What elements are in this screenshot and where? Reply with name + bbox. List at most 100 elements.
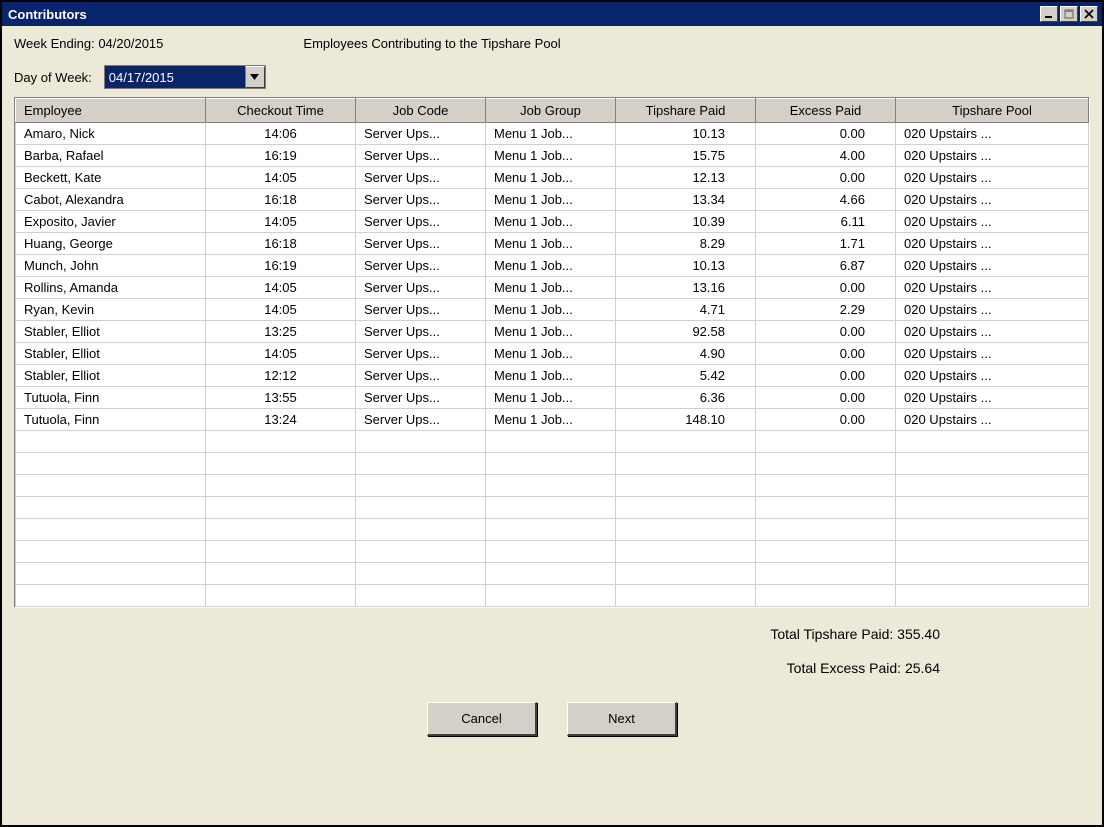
- cell-job-group: Menu 1 Job...: [486, 167, 616, 189]
- cell-job-group: Menu 1 Job...: [486, 365, 616, 387]
- cell-employee: Amaro, Nick: [16, 123, 206, 145]
- cell-checkout-time: 14:05: [206, 343, 356, 365]
- cell-job-code: Server Ups...: [356, 277, 486, 299]
- table-row[interactable]: Tutuola, Finn13:55Server Ups...Menu 1 Jo…: [16, 387, 1089, 409]
- cell-tipshare-paid: 8.29: [616, 233, 756, 255]
- col-job-group[interactable]: Job Group: [486, 99, 616, 123]
- day-of-week-input[interactable]: [105, 66, 245, 88]
- cell-tipshare-paid: 5.42: [616, 365, 756, 387]
- day-of-week-combo[interactable]: [104, 65, 266, 89]
- col-tipshare-paid[interactable]: Tipshare Paid: [616, 99, 756, 123]
- totals: Total Tipshare Paid: 355.40 Total Excess…: [14, 626, 1090, 694]
- cell-employee: Stabler, Elliot: [16, 365, 206, 387]
- cell-tipshare-paid: 10.13: [616, 123, 756, 145]
- table-row[interactable]: Stabler, Elliot14:05Server Ups...Menu 1 …: [16, 343, 1089, 365]
- cell-checkout-time: 14:05: [206, 299, 356, 321]
- table-row[interactable]: Stabler, Elliot13:25Server Ups...Menu 1 …: [16, 321, 1089, 343]
- cell-job-group: Menu 1 Job...: [486, 387, 616, 409]
- col-excess-paid[interactable]: Excess Paid: [756, 99, 896, 123]
- close-button[interactable]: [1080, 6, 1098, 22]
- table-row[interactable]: Exposito, Javier14:05Server Ups...Menu 1…: [16, 211, 1089, 233]
- cell-employee: Rollins, Amanda: [16, 277, 206, 299]
- cell-job-group: Menu 1 Job...: [486, 409, 616, 431]
- cell-tipshare-paid: 10.39: [616, 211, 756, 233]
- titlebar: Contributors: [2, 2, 1102, 26]
- cell-excess-paid: 2.29: [756, 299, 896, 321]
- header-row: Week Ending: 04/20/2015 Employees Contri…: [14, 36, 1090, 51]
- col-employee[interactable]: Employee: [16, 99, 206, 123]
- cell-job-group: Menu 1 Job...: [486, 277, 616, 299]
- cell-employee: Beckett, Kate: [16, 167, 206, 189]
- cell-excess-paid: 4.66: [756, 189, 896, 211]
- table-row[interactable]: Rollins, Amanda14:05Server Ups...Menu 1 …: [16, 277, 1089, 299]
- cell-job-code: Server Ups...: [356, 255, 486, 277]
- table-row[interactable]: Tutuola, Finn13:24Server Ups...Menu 1 Jo…: [16, 409, 1089, 431]
- week-ending-value: 04/20/2015: [98, 36, 163, 51]
- col-job-code[interactable]: Job Code: [356, 99, 486, 123]
- cell-job-code: Server Ups...: [356, 123, 486, 145]
- cell-excess-paid: 0.00: [756, 321, 896, 343]
- cell-job-group: Menu 1 Job...: [486, 321, 616, 343]
- table-row[interactable]: Huang, George16:18Server Ups...Menu 1 Jo…: [16, 233, 1089, 255]
- cell-job-code: Server Ups...: [356, 167, 486, 189]
- cell-employee: Stabler, Elliot: [16, 321, 206, 343]
- cell-job-group: Menu 1 Job...: [486, 299, 616, 321]
- cell-employee: Barba, Rafael: [16, 145, 206, 167]
- cell-tipshare-pool: 020 Upstairs ...: [896, 233, 1089, 255]
- cell-employee: Munch, John: [16, 255, 206, 277]
- cell-excess-paid: 0.00: [756, 123, 896, 145]
- cell-tipshare-pool: 020 Upstairs ...: [896, 387, 1089, 409]
- cell-tipshare-pool: 020 Upstairs ...: [896, 123, 1089, 145]
- table-row[interactable]: Ryan, Kevin14:05Server Ups...Menu 1 Job.…: [16, 299, 1089, 321]
- cell-tipshare-paid: 4.71: [616, 299, 756, 321]
- week-ending-label: Week Ending:: [14, 36, 95, 51]
- cell-employee: Tutuola, Finn: [16, 409, 206, 431]
- cancel-button[interactable]: Cancel: [427, 702, 537, 736]
- cell-employee: Stabler, Elliot: [16, 343, 206, 365]
- table-row-empty: [16, 431, 1089, 453]
- table-row-empty: [16, 475, 1089, 497]
- cell-employee: Cabot, Alexandra: [16, 189, 206, 211]
- maximize-button[interactable]: [1060, 6, 1078, 22]
- cell-tipshare-paid: 13.34: [616, 189, 756, 211]
- cell-employee: Tutuola, Finn: [16, 387, 206, 409]
- table-row[interactable]: Beckett, Kate14:05Server Ups...Menu 1 Jo…: [16, 167, 1089, 189]
- week-ending: Week Ending: 04/20/2015: [14, 36, 163, 51]
- next-button[interactable]: Next: [567, 702, 677, 736]
- client-area: Week Ending: 04/20/2015 Employees Contri…: [2, 26, 1102, 825]
- cell-job-group: Menu 1 Job...: [486, 211, 616, 233]
- cell-excess-paid: 6.11: [756, 211, 896, 233]
- cell-tipshare-pool: 020 Upstairs ...: [896, 365, 1089, 387]
- cell-tipshare-paid: 92.58: [616, 321, 756, 343]
- cell-job-group: Menu 1 Job...: [486, 123, 616, 145]
- cell-checkout-time: 12:12: [206, 365, 356, 387]
- table-row[interactable]: Munch, John16:19Server Ups...Menu 1 Job.…: [16, 255, 1089, 277]
- contributors-grid[interactable]: Employee Checkout Time Job Code Job Grou…: [14, 97, 1090, 608]
- col-tipshare-pool[interactable]: Tipshare Pool: [896, 99, 1089, 123]
- chevron-down-icon[interactable]: [245, 66, 265, 88]
- cell-job-code: Server Ups...: [356, 409, 486, 431]
- total-tipshare-paid: Total Tipshare Paid: 355.40: [14, 626, 940, 642]
- cell-job-code: Server Ups...: [356, 343, 486, 365]
- cell-job-code: Server Ups...: [356, 299, 486, 321]
- table-row-empty: [16, 453, 1089, 475]
- cell-tipshare-paid: 4.90: [616, 343, 756, 365]
- cell-job-group: Menu 1 Job...: [486, 255, 616, 277]
- cell-tipshare-pool: 020 Upstairs ...: [896, 167, 1089, 189]
- minimize-button[interactable]: [1040, 6, 1058, 22]
- table-row[interactable]: Cabot, Alexandra16:18Server Ups...Menu 1…: [16, 189, 1089, 211]
- table-row-empty: [16, 541, 1089, 563]
- table-row[interactable]: Stabler, Elliot12:12Server Ups...Menu 1 …: [16, 365, 1089, 387]
- cell-tipshare-paid: 148.10: [616, 409, 756, 431]
- cell-job-code: Server Ups...: [356, 189, 486, 211]
- table-row-empty: [16, 497, 1089, 519]
- cell-employee: Exposito, Javier: [16, 211, 206, 233]
- cell-excess-paid: 6.87: [756, 255, 896, 277]
- cell-job-code: Server Ups...: [356, 211, 486, 233]
- table-row[interactable]: Barba, Rafael16:19Server Ups...Menu 1 Jo…: [16, 145, 1089, 167]
- cell-checkout-time: 14:05: [206, 167, 356, 189]
- col-checkout-time[interactable]: Checkout Time: [206, 99, 356, 123]
- table-row[interactable]: Amaro, Nick14:06Server Ups...Menu 1 Job.…: [16, 123, 1089, 145]
- cell-job-group: Menu 1 Job...: [486, 189, 616, 211]
- cell-checkout-time: 16:19: [206, 145, 356, 167]
